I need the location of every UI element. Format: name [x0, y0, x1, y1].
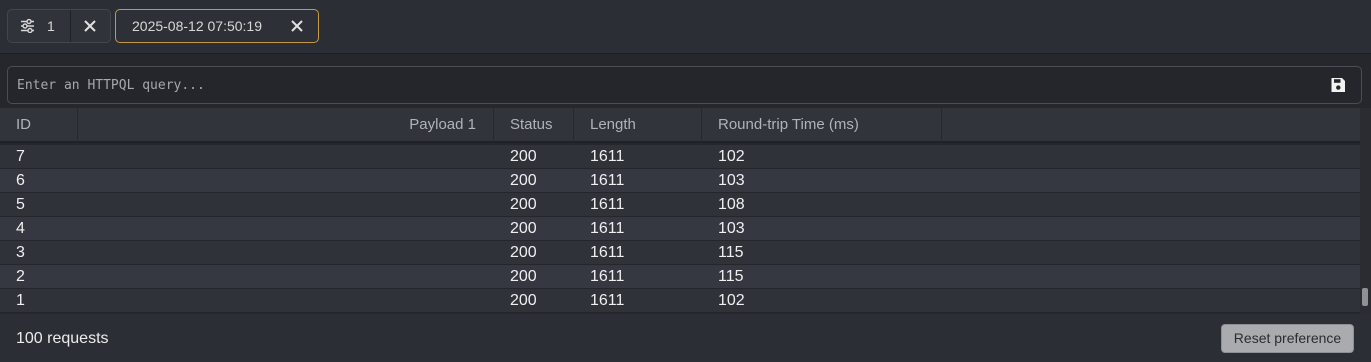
table-body: 7 200 1611 102 6 200 1611 103 5 200 1611…	[0, 145, 1360, 313]
cell-length: 1611	[590, 292, 625, 309]
cell-length: 1611	[590, 220, 625, 237]
cell-id: 6	[16, 172, 25, 189]
column-header-status[interactable]: Status	[494, 108, 574, 143]
results-footer: 100 requests Reset preference	[0, 314, 1371, 362]
cell-id: 3	[16, 244, 25, 261]
reset-preference-button[interactable]: Reset preference	[1221, 324, 1354, 353]
cell-status: 200	[510, 268, 537, 285]
table-header: ID Payload 1 Status Length Round-trip Ti…	[0, 108, 1360, 143]
scrollbar-thumb[interactable]	[1362, 288, 1368, 306]
table-row[interactable]: 5 200 1611 108	[0, 193, 1360, 217]
cell-id: 7	[16, 148, 25, 165]
cell-status: 200	[510, 220, 537, 237]
cell-length: 1611	[590, 148, 625, 165]
cell-length: 1611	[590, 196, 625, 213]
table-row[interactable]: 2 200 1611 115	[0, 265, 1360, 289]
httpql-query-bar	[7, 66, 1362, 104]
vertical-scrollbar[interactable]	[1360, 108, 1371, 314]
results-table: ID Payload 1 Status Length Round-trip Ti…	[0, 108, 1371, 314]
close-icon[interactable]	[288, 17, 306, 35]
tab-filter[interactable]: 1	[7, 9, 111, 43]
cell-rtt: 115	[718, 268, 744, 285]
table-row[interactable]: 7 200 1611 102	[0, 145, 1360, 169]
column-header-payload[interactable]: Payload 1	[78, 108, 494, 143]
column-header-id[interactable]: ID	[0, 108, 78, 143]
cell-status: 200	[510, 292, 537, 309]
close-icon[interactable]	[81, 17, 99, 35]
cell-status: 200	[510, 172, 537, 189]
filter-sliders-icon[interactable]	[20, 18, 35, 34]
tab-timestamp[interactable]: 2025-08-12 07:50:19	[115, 9, 319, 43]
cell-rtt: 103	[718, 220, 745, 237]
httpql-query-input[interactable]	[17, 75, 1307, 95]
cell-rtt: 103	[718, 172, 745, 189]
cell-id: 5	[16, 196, 25, 213]
cell-rtt: 108	[718, 196, 745, 213]
tab-divider	[70, 10, 71, 42]
table-row[interactable]: 3 200 1611 115	[0, 241, 1360, 265]
tab-label: 2025-08-12 07:50:19	[132, 18, 262, 34]
cell-length: 1611	[590, 268, 625, 285]
table-row[interactable]: 6 200 1611 103	[0, 169, 1360, 193]
cell-status: 200	[510, 196, 537, 213]
cell-id: 1	[16, 292, 25, 309]
table-row[interactable]: 1 200 1611 102	[0, 289, 1360, 313]
cell-length: 1611	[590, 172, 625, 189]
tab-label: 1	[47, 18, 55, 34]
request-count: 100 requests	[16, 330, 109, 347]
cell-status: 200	[510, 148, 537, 165]
cell-id: 4	[16, 220, 25, 237]
column-header-rtt[interactable]: Round-trip Time (ms)	[702, 108, 942, 143]
cell-rtt: 102	[718, 292, 745, 309]
cell-rtt: 102	[718, 148, 745, 165]
tab-bar: 1 2025-08-12 07:50:19	[0, 0, 1371, 54]
save-icon[interactable]	[1329, 76, 1347, 94]
cell-status: 200	[510, 244, 537, 261]
table-row[interactable]: 4 200 1611 103	[0, 217, 1360, 241]
cell-id: 2	[16, 268, 25, 285]
column-header-length[interactable]: Length	[574, 108, 702, 143]
cell-length: 1611	[590, 244, 625, 261]
cell-rtt: 115	[718, 244, 744, 261]
